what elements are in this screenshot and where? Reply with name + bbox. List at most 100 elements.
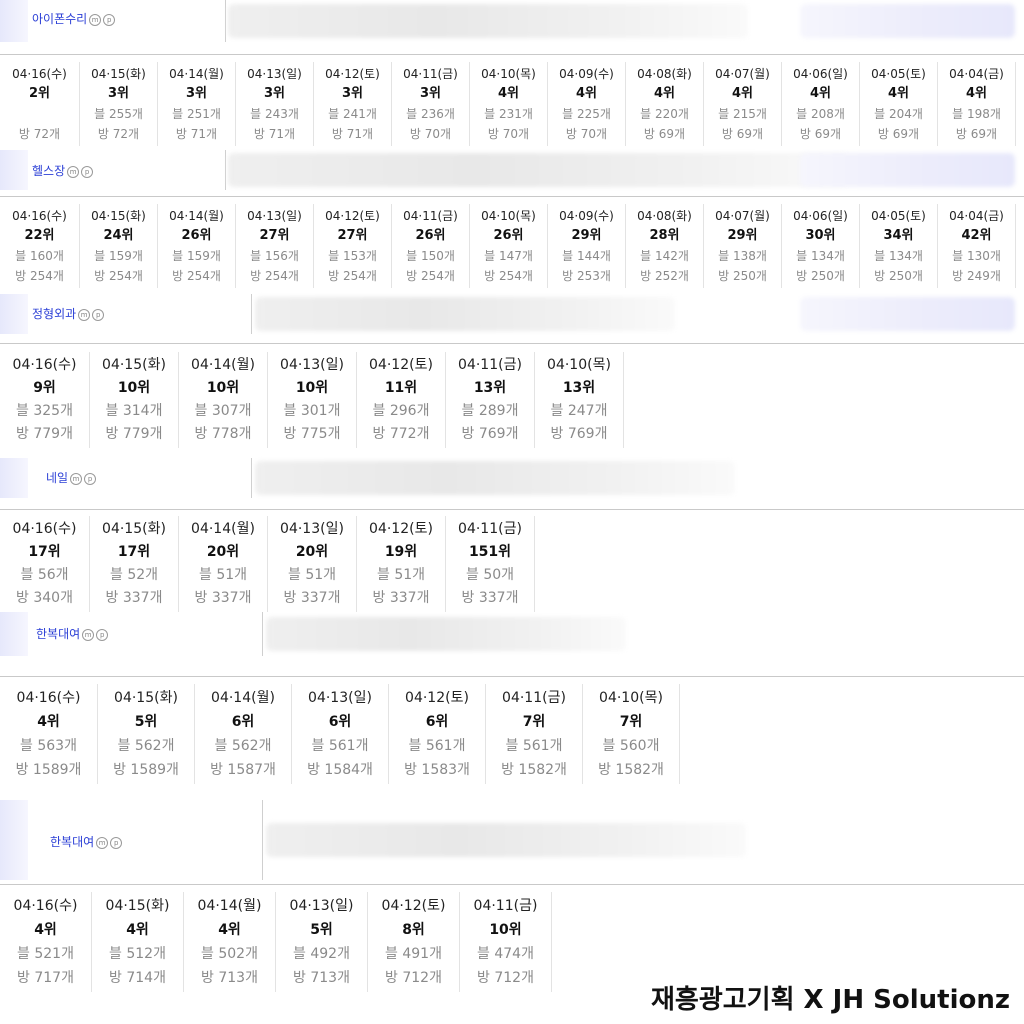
keyword-link[interactable]: 한복대여 m p bbox=[50, 835, 123, 849]
day-rank: 26위 bbox=[415, 228, 446, 243]
day-rank-card: 04·15(화) 24위 블 159개 방 254개 bbox=[80, 204, 158, 288]
pc-badge-icon[interactable]: p bbox=[110, 837, 123, 849]
day-rank: 20위 bbox=[295, 544, 329, 560]
day-rank: 27위 bbox=[337, 228, 368, 243]
day-rank: 6위 bbox=[425, 714, 449, 730]
day-date: 04·11(금) bbox=[473, 898, 538, 914]
mobile-badge-icon[interactable]: m bbox=[96, 837, 109, 849]
blog-count: 블 301개 bbox=[283, 403, 341, 419]
keyword-link[interactable]: 한복대여 m p bbox=[36, 627, 109, 641]
blog-count: 블 243개 bbox=[250, 107, 299, 121]
blog-count: 블 289개 bbox=[461, 403, 519, 419]
mobile-badge-icon[interactable]: m bbox=[70, 473, 83, 485]
place-count: 방 72개 bbox=[18, 127, 61, 141]
keyword-link[interactable]: 헬스장 m p bbox=[32, 164, 94, 178]
blog-count: 블 563개 bbox=[20, 738, 77, 754]
day-date: 04·11(금) bbox=[403, 67, 458, 81]
mobile-badge-icon[interactable]: m bbox=[78, 309, 91, 321]
pc-badge-icon[interactable]: p bbox=[81, 166, 94, 178]
day-date: 04·13(일) bbox=[308, 690, 372, 706]
day-rank: 4위 bbox=[575, 86, 597, 101]
place-count: 방 254개 bbox=[15, 269, 64, 283]
blog-count: 블 561개 bbox=[505, 738, 563, 754]
day-rank-card: 04·10(목) 13위 블 247개 방 769개 bbox=[535, 352, 624, 448]
day-rank-card: 04·07(월) 29위 블 138개 방 250개 bbox=[704, 204, 782, 288]
day-rank-card: 04·10(목) 7위 블 560개 방 1582개 bbox=[583, 684, 680, 784]
day-date: 04·07(월) bbox=[715, 209, 770, 223]
daily-rank-row: 04·16(수) 22위 블 160개 방 254개 04·15(화) 24위 블 159개… bbox=[0, 204, 1016, 288]
day-rank: 7위 bbox=[619, 714, 643, 730]
blog-count: 블 491개 bbox=[385, 946, 442, 962]
day-date: 04·16(수) bbox=[12, 209, 67, 223]
day-date: 04·16(수) bbox=[13, 898, 78, 914]
place-count: 방 337개 bbox=[461, 590, 519, 606]
day-rank-card: 04·06(일) 4위 블 208개 방 69개 bbox=[782, 62, 860, 146]
day-rank: 10위 bbox=[489, 922, 522, 938]
day-rank: 6위 bbox=[231, 714, 255, 730]
blog-count: 블 220개 bbox=[640, 107, 689, 121]
place-count: 방 69개 bbox=[721, 127, 764, 141]
place-count: 방 69개 bbox=[955, 127, 998, 141]
day-rank: 2위 bbox=[28, 86, 50, 101]
day-date: 04·15(화) bbox=[102, 357, 166, 373]
day-date: 04·11(금) bbox=[502, 690, 566, 706]
redacted-url-bar bbox=[266, 823, 746, 857]
place-count: 방 254개 bbox=[250, 269, 299, 283]
day-rank: 26위 bbox=[181, 228, 212, 243]
keyword-text: 한복대여 bbox=[50, 835, 95, 849]
day-rank-card: 04·14(월) 6위 블 562개 방 1587개 bbox=[195, 684, 292, 784]
keyword-text: 한복대여 bbox=[36, 627, 81, 641]
blog-count: 블 51개 bbox=[287, 567, 337, 583]
redacted-url-bar bbox=[228, 153, 848, 187]
mobile-badge-icon[interactable]: m bbox=[82, 629, 95, 641]
place-count: 방 1584개 bbox=[307, 762, 373, 778]
day-rank: 13위 bbox=[562, 380, 596, 396]
day-rank-card: 04·09(수) 29위 블 144개 방 253개 bbox=[548, 204, 626, 288]
day-rank-card: 04·11(금) 151위 블 50개 방 337개 bbox=[446, 516, 535, 612]
place-count: 방 70개 bbox=[487, 127, 530, 141]
header-divider bbox=[225, 0, 226, 42]
day-rank: 19위 bbox=[384, 544, 418, 560]
day-rank: 5위 bbox=[310, 922, 333, 938]
place-count: 방 779개 bbox=[105, 426, 163, 442]
blog-count: 블 204개 bbox=[874, 107, 923, 121]
day-rank: 9위 bbox=[33, 380, 56, 396]
keyword-link[interactable]: 네일 m p bbox=[46, 471, 97, 485]
keyword-link[interactable]: 아이폰수리 m p bbox=[32, 12, 116, 26]
day-rank: 22위 bbox=[24, 228, 55, 243]
day-rank: 4위 bbox=[497, 86, 519, 101]
day-rank: 17위 bbox=[28, 544, 61, 560]
day-rank: 4위 bbox=[126, 922, 149, 938]
place-count: 방 712개 bbox=[477, 970, 534, 986]
day-rank-card: 04·16(수) 4위 블 521개 방 717개 bbox=[0, 892, 92, 992]
day-date: 04·04(금) bbox=[949, 67, 1004, 81]
day-rank: 3위 bbox=[107, 86, 129, 101]
keyword-link[interactable]: 정형외과 m p bbox=[32, 307, 105, 321]
day-rank: 4위 bbox=[809, 86, 831, 101]
day-rank-card: 04·16(수) 2위 방 72개 bbox=[0, 62, 80, 146]
mobile-badge-icon[interactable]: m bbox=[67, 166, 80, 178]
day-date: 04·08(화) bbox=[637, 67, 692, 81]
redacted-right-bar bbox=[800, 297, 1015, 331]
pc-badge-icon[interactable]: p bbox=[96, 629, 109, 641]
blog-count: 블 512개 bbox=[109, 946, 166, 962]
place-count: 방 714개 bbox=[109, 970, 166, 986]
pc-badge-icon[interactable]: p bbox=[103, 14, 116, 26]
day-date: 04·09(수) bbox=[559, 209, 614, 223]
day-rank: 28위 bbox=[649, 228, 680, 243]
pc-badge-icon[interactable]: p bbox=[92, 309, 105, 321]
keyword-header bbox=[0, 458, 1024, 498]
pc-badge-icon[interactable]: p bbox=[84, 473, 97, 485]
keyword-accent bbox=[0, 612, 28, 656]
place-count: 방 1582개 bbox=[501, 762, 567, 778]
keyword-header bbox=[0, 150, 1024, 190]
place-count: 방 70개 bbox=[409, 127, 452, 141]
day-date: 04·06(일) bbox=[793, 67, 848, 81]
place-count: 방 337개 bbox=[283, 590, 341, 606]
section-divider bbox=[0, 509, 1024, 510]
day-date: 04·13(일) bbox=[289, 898, 354, 914]
day-date: 04·12(토) bbox=[369, 521, 433, 537]
day-date: 04·12(토) bbox=[405, 690, 469, 706]
mobile-badge-icon[interactable]: m bbox=[89, 14, 102, 26]
blog-count: 블 225개 bbox=[562, 107, 611, 121]
